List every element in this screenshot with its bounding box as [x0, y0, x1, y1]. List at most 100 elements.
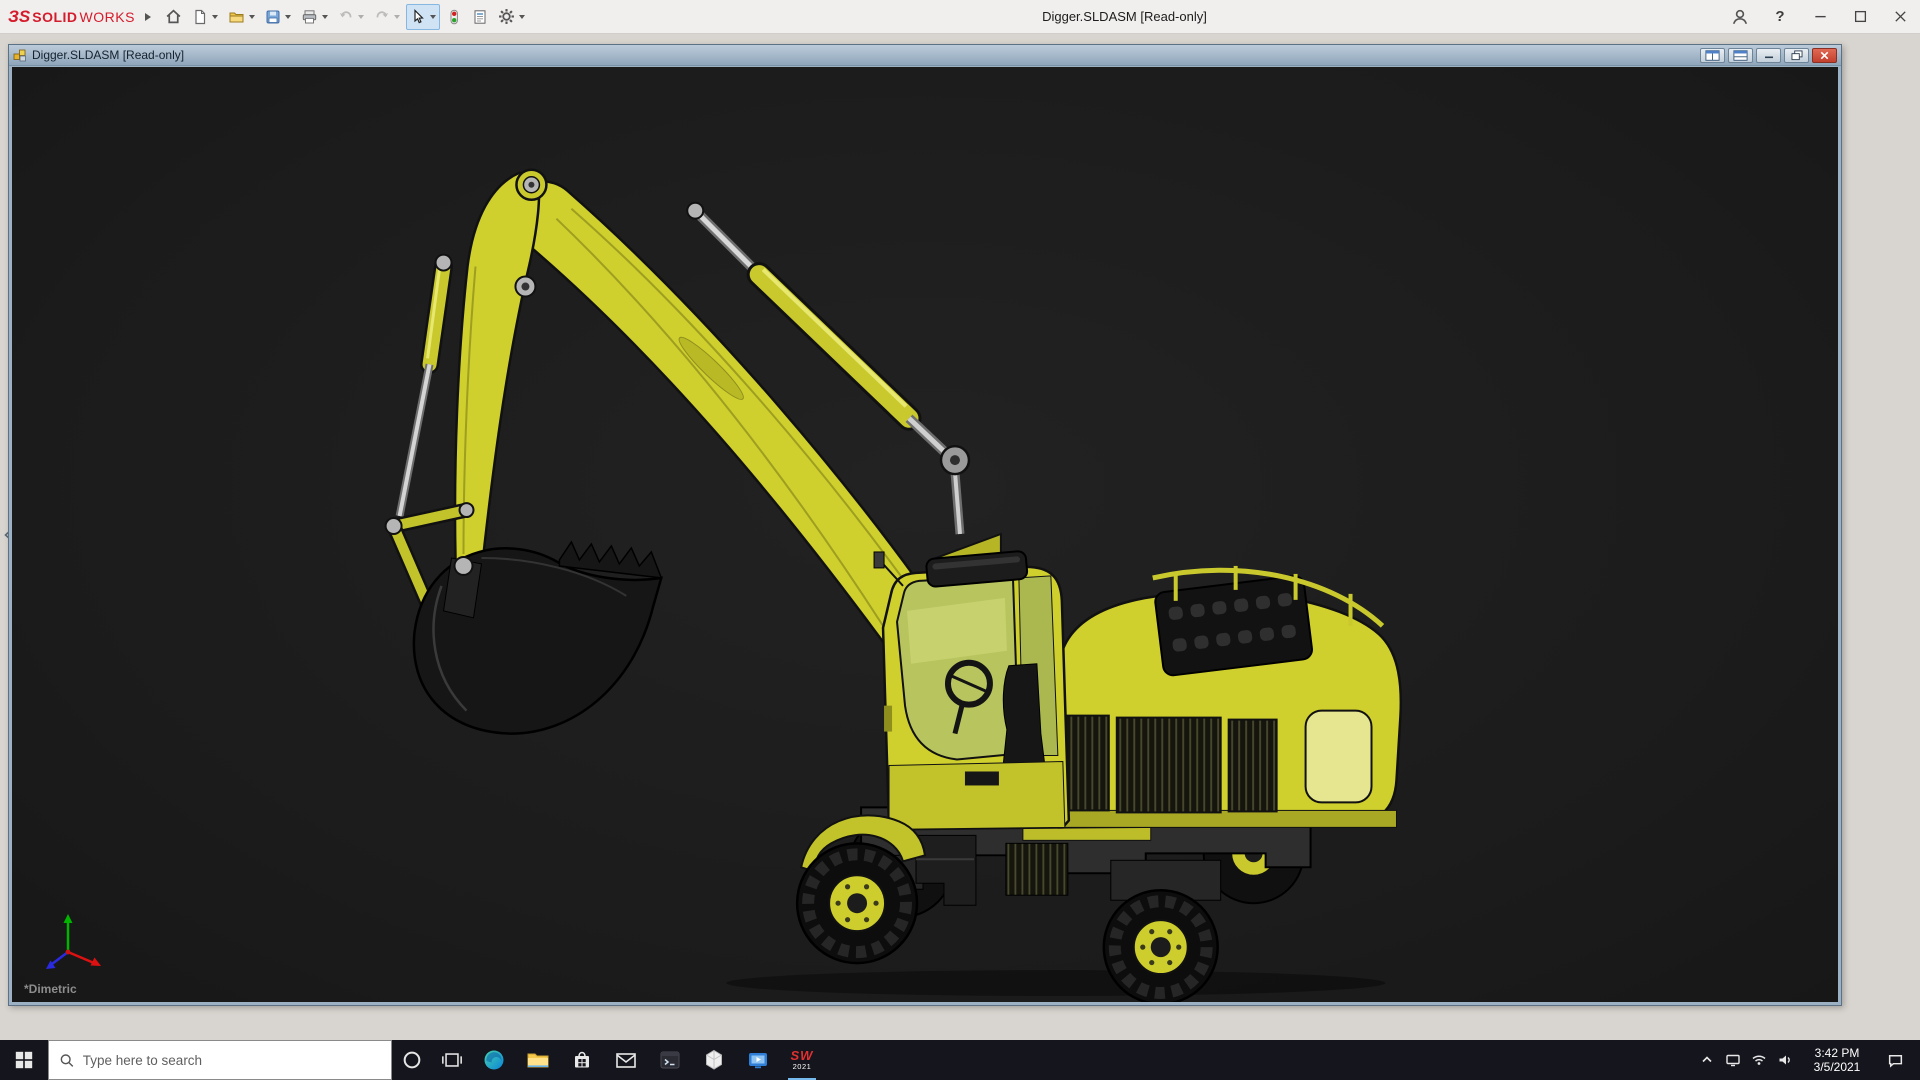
- mail-icon: [616, 1053, 636, 1068]
- close-icon: [1894, 11, 1906, 22]
- start-button[interactable]: [0, 1040, 48, 1080]
- solidworks-taskbar-icon: SW 2021: [790, 1048, 814, 1072]
- document-window: Digger.SLDASM [Read-only] *Dimetric: [8, 44, 1842, 1006]
- options-dropdown-icon[interactable]: [518, 14, 525, 19]
- select-dropdown-icon[interactable]: [429, 14, 436, 19]
- hidden-icons-button[interactable]: [1694, 1040, 1720, 1080]
- taskbar-clock[interactable]: 3:42 PM 3/5/2021: [1798, 1046, 1876, 1074]
- titlebar-right-controls: ?: [1720, 0, 1920, 34]
- document-window-controls: [1700, 47, 1837, 63]
- help-icon: ?: [1775, 8, 1785, 25]
- minimize-icon: [1814, 15, 1826, 18]
- clock-time: 3:42 PM: [1814, 1046, 1860, 1060]
- 3d-viewer-button[interactable]: [692, 1040, 736, 1080]
- undo-dropdown-icon: [357, 14, 364, 19]
- split-vertical-icon: [1733, 49, 1748, 61]
- account-button[interactable]: [1720, 0, 1760, 34]
- network-tray-button[interactable]: [1746, 1040, 1772, 1080]
- solidworks-logo[interactable]: ЗS SOLID WORKS: [8, 7, 135, 27]
- cortana-icon: [403, 1051, 421, 1069]
- document-titlebar[interactable]: Digger.SLDASM [Read-only]: [9, 45, 1841, 66]
- doc-restore-icon: [1791, 49, 1802, 60]
- bucket-cylinder: [395, 253, 454, 517]
- edge-button[interactable]: [472, 1040, 516, 1080]
- open-folder-icon: [229, 12, 244, 22]
- bucket: [412, 540, 664, 735]
- command-prompt-button[interactable]: [648, 1040, 692, 1080]
- orientation-triad[interactable]: [38, 908, 108, 978]
- edge-icon: [484, 1050, 504, 1070]
- save-button[interactable]: [261, 4, 295, 30]
- redo-icon: [376, 10, 389, 17]
- command-prompt-icon: [660, 1051, 680, 1069]
- action-center-icon: [1888, 1054, 1902, 1068]
- display-tray-button[interactable]: [1720, 1040, 1746, 1080]
- doc-close-icon: [1820, 51, 1829, 59]
- options-gear-icon: [499, 9, 514, 24]
- system-tray: 3:42 PM 3/5/2021: [1694, 1040, 1920, 1080]
- rebuild-button[interactable]: [442, 4, 466, 30]
- cortana-button[interactable]: [392, 1040, 432, 1080]
- select-button[interactable]: [405, 3, 440, 30]
- maximize-button[interactable]: [1840, 0, 1880, 34]
- document-restore-button[interactable]: [1784, 47, 1809, 63]
- cab: [873, 550, 1071, 831]
- split-view-vertical-button[interactable]: [1728, 47, 1753, 63]
- volume-tray-button[interactable]: [1772, 1040, 1798, 1080]
- document-close-button[interactable]: [1812, 47, 1837, 63]
- view-orientation-label: *Dimetric: [24, 982, 77, 996]
- new-document-dropdown-icon[interactable]: [211, 14, 218, 19]
- solidworks-logo-mark: ЗS: [8, 6, 31, 26]
- file-properties-button[interactable]: [468, 4, 492, 30]
- store-button[interactable]: [560, 1040, 604, 1080]
- excavator-model: [384, 168, 1403, 1002]
- print-icon: [302, 9, 317, 23]
- undo-icon: [339, 10, 352, 17]
- app-titlebar: ЗS SOLID WORKS Digger.SLDASM [Read-only]…: [0, 0, 1920, 34]
- solidworks-logo-light: WORKS: [79, 8, 135, 25]
- search-input[interactable]: [82, 1052, 381, 1068]
- graphics-viewport[interactable]: *Dimetric: [12, 67, 1838, 1002]
- task-view-button[interactable]: [432, 1040, 472, 1080]
- rebuild-icon: [450, 9, 458, 24]
- minimize-button[interactable]: [1800, 0, 1840, 34]
- windows-start-icon: [15, 1051, 33, 1069]
- redo-dropdown-icon: [393, 14, 400, 19]
- file-explorer-icon: [527, 1053, 549, 1068]
- solidworks-taskbar-button[interactable]: SW 2021: [780, 1040, 824, 1080]
- menu-expand-arrow-icon[interactable]: [144, 12, 151, 21]
- undo-button[interactable]: [334, 4, 368, 30]
- file-explorer-button[interactable]: [516, 1040, 560, 1080]
- mail-button[interactable]: [604, 1040, 648, 1080]
- home-button[interactable]: [161, 4, 186, 30]
- new-document-button[interactable]: [188, 4, 222, 30]
- select-cursor-icon: [414, 8, 424, 23]
- redo-button[interactable]: [370, 4, 404, 30]
- front-wheel: [795, 842, 919, 965]
- options-button[interactable]: [494, 4, 529, 30]
- document-minimize-button[interactable]: [1756, 47, 1781, 63]
- assembly-document-icon: [13, 49, 26, 62]
- maximize-icon: [1854, 10, 1866, 23]
- display-icon: [1726, 1054, 1740, 1067]
- save-dropdown-icon[interactable]: [284, 14, 291, 19]
- print-button[interactable]: [297, 4, 332, 30]
- rear-wheel: [1102, 889, 1219, 1002]
- movies-tv-button[interactable]: [736, 1040, 780, 1080]
- chevron-up-icon: [1702, 1056, 1712, 1063]
- print-dropdown-icon[interactable]: [321, 14, 328, 19]
- 3d-viewer-icon: [706, 1049, 722, 1070]
- open-button[interactable]: [224, 4, 259, 30]
- document-title: Digger.SLDASM [Read-only]: [32, 48, 185, 62]
- doc-minimize-icon: [1764, 56, 1773, 59]
- new-document-icon: [195, 9, 206, 24]
- close-button[interactable]: [1880, 0, 1920, 34]
- action-center-button[interactable]: [1876, 1040, 1914, 1080]
- taskbar-spacer: [824, 1040, 1694, 1080]
- split-view-horizontal-button[interactable]: [1700, 47, 1725, 63]
- open-dropdown-icon[interactable]: [248, 14, 255, 19]
- taskbar-search-box[interactable]: [48, 1040, 392, 1080]
- solidworks-app: ЗS SOLID WORKS Digger.SLDASM [Read-only]…: [0, 0, 1920, 1080]
- help-button[interactable]: ?: [1760, 0, 1800, 34]
- task-view-icon: [442, 1053, 462, 1067]
